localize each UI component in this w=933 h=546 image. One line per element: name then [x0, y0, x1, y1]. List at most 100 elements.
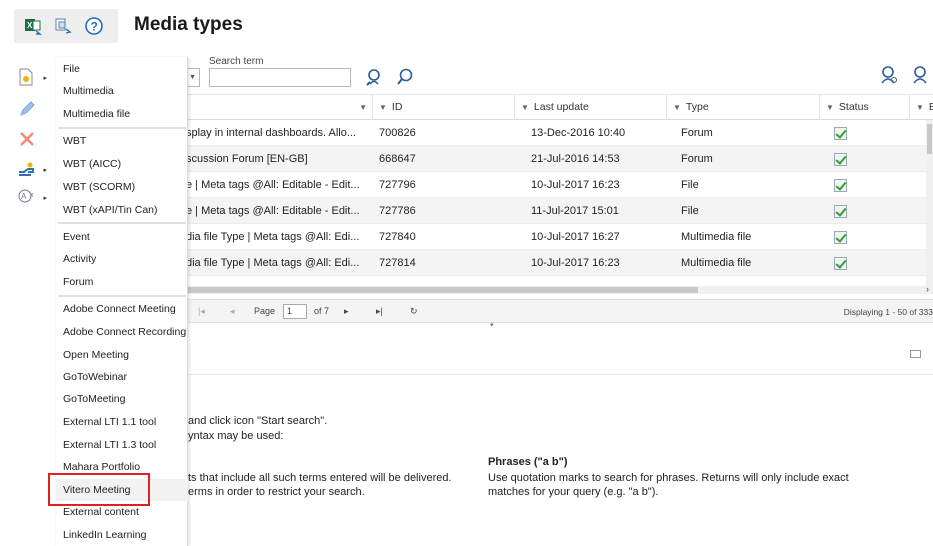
svg-text:A: A	[21, 192, 27, 201]
cell-last-update: 10-Jul-2017 16:27	[531, 231, 620, 243]
status-checkbox[interactable]	[834, 127, 847, 140]
scroll-thumb[interactable]	[186, 287, 698, 293]
chevron-right-icon: ▸	[43, 75, 47, 82]
chevron-right-icon: ▸	[43, 195, 47, 202]
cell-name: scussion Forum [EN-GB]	[186, 153, 308, 165]
paging-toolbar: |◂ ◂ Page 1 of 7 ▸ ▸| ↻ Displaying 1 - 5…	[186, 299, 933, 323]
horizontal-scrollbar[interactable]: ›	[186, 284, 933, 294]
cell-name: dia file Type | Meta tags @All: Edi...	[186, 231, 360, 243]
paging-status: Displaying 1 - 50 of 333	[843, 307, 933, 317]
help-text: ts that include all such terms entered w…	[188, 472, 452, 484]
menu-item-event[interactable]: Event	[56, 226, 188, 248]
status-checkbox[interactable]	[834, 231, 847, 244]
search-button[interactable]	[395, 67, 415, 90]
refresh-icon[interactable]: ↻	[410, 306, 418, 317]
column-header-type[interactable]: ▼ Type	[666, 95, 819, 120]
cell-last-update: 10-Jul-2017 16:23	[531, 257, 620, 269]
cell-id: 727840	[379, 231, 416, 243]
cell-type: File	[681, 179, 699, 191]
new-document-icon	[19, 68, 33, 86]
table-row[interactable]: e | Meta tags @All: Editable - Edit... 7…	[186, 198, 926, 224]
status-checkbox[interactable]	[834, 257, 847, 270]
help-text: erms in order to restrict your search.	[188, 486, 365, 498]
menu-item-wbt-aicc[interactable]: WBT (AICC)	[56, 153, 188, 175]
menu-item-forum[interactable]: Forum	[56, 271, 188, 293]
export-icon[interactable]	[54, 16, 74, 36]
table-row[interactable]: e | Meta tags @All: Editable - Edit... 7…	[186, 172, 926, 198]
column-header-name[interactable]: ▼	[186, 95, 372, 120]
column-header-status[interactable]: ▼ Status	[819, 95, 909, 120]
chevron-right-icon[interactable]: ›	[926, 284, 929, 294]
menu-item-file[interactable]: File	[56, 58, 188, 80]
menu-item-wbt[interactable]: WBT	[56, 130, 188, 152]
cell-type: Forum	[681, 153, 713, 165]
menu-item-external-lti-13[interactable]: External LTI 1.3 tool	[56, 434, 188, 456]
translate-button[interactable]: Ax ▸	[18, 186, 47, 208]
vertical-scrollbar[interactable]	[926, 120, 933, 286]
table-row[interactable]: dia file Type | Meta tags @All: Edi... 7…	[186, 250, 926, 276]
menu-item-activity[interactable]: Activity	[56, 248, 188, 270]
menu-item-gotomeeting[interactable]: GoToMeeting	[56, 388, 188, 410]
assign-button[interactable]: ▸	[18, 158, 47, 180]
next-page-icon[interactable]: ▸	[344, 306, 349, 317]
cell-type: Forum	[681, 127, 713, 139]
menu-item-gotowebinar[interactable]: GoToWebinar	[56, 366, 188, 388]
cell-last-update: 11-Jul-2017 15:01	[531, 205, 619, 217]
status-checkbox[interactable]	[834, 153, 847, 166]
edit-button[interactable]	[18, 98, 46, 120]
menu-item-linkedin-learning[interactable]: LinkedIn Learning	[56, 524, 188, 546]
advanced-search-button[interactable]	[365, 67, 385, 90]
search-label: Search term	[209, 56, 264, 67]
column-header-last-update[interactable]: ▼ Last update	[514, 95, 666, 120]
chevron-down-icon: ▼	[673, 103, 681, 112]
menu-separator	[58, 295, 186, 297]
search-input[interactable]	[209, 68, 351, 87]
menu-item-adobe-connect-meeting[interactable]: Adobe Connect Meeting	[56, 298, 188, 320]
table-row[interactable]: splay in internal dashboards. Allo... 70…	[186, 120, 926, 146]
excel-export-icon[interactable]: X	[24, 16, 44, 36]
last-page-icon[interactable]: ▸|	[376, 306, 383, 317]
status-checkbox[interactable]	[834, 179, 847, 192]
menu-separator	[58, 222, 186, 224]
user-search-button[interactable]	[878, 64, 900, 89]
menu-item-open-meeting[interactable]: Open Meeting	[56, 344, 188, 366]
table-row[interactable]: scussion Forum [EN-GB] 668647 21-Jul-201…	[186, 146, 926, 172]
menu-item-multimedia[interactable]: Multimedia	[56, 80, 188, 102]
menu-item-external-lti-11[interactable]: External LTI 1.1 tool	[56, 411, 188, 433]
delete-button[interactable]	[18, 128, 46, 150]
svg-text:x: x	[30, 192, 34, 199]
help-text: and click icon "Start search".	[188, 415, 328, 427]
menu-item-multimedia-file[interactable]: Multimedia file	[56, 103, 188, 125]
cell-last-update: 10-Jul-2017 16:23	[531, 179, 620, 191]
chevron-down-icon: ▼	[521, 103, 529, 112]
user-filter-button[interactable]	[910, 64, 932, 89]
cell-id: 700826	[379, 127, 416, 139]
splitter-handle-icon[interactable]: ▾	[490, 321, 494, 329]
help-icon[interactable]: ?	[84, 16, 104, 36]
new-button[interactable]: ▸	[18, 66, 47, 88]
menu-item-wbt-xapi[interactable]: WBT (xAPI/Tin Can)	[56, 199, 188, 221]
first-page-icon[interactable]: |◂	[198, 306, 205, 317]
page-title: Media types	[134, 14, 243, 35]
chevron-down-icon: ▼	[826, 103, 834, 112]
filter-dropdown[interactable]: ▼	[186, 68, 200, 87]
page-count: of 7	[314, 306, 330, 316]
cell-last-update: 21-Jul-2016 14:53	[531, 153, 620, 165]
table-row[interactable]: dia file Type | Meta tags @All: Edi... 7…	[186, 224, 926, 250]
menu-item-wbt-scorm[interactable]: WBT (SCORM)	[56, 176, 188, 198]
column-header-id[interactable]: ▼ ID	[372, 95, 514, 120]
translate-icon: Ax	[18, 189, 34, 203]
scroll-thumb[interactable]	[927, 124, 932, 154]
chevron-down-icon: ▼	[916, 103, 924, 112]
help-text: Use quotation marks to search for phrase…	[488, 472, 849, 484]
panel-toggle-icon[interactable]	[910, 350, 921, 358]
cell-name: splay in internal dashboards. Allo...	[186, 127, 356, 139]
cell-name: e | Meta tags @All: Editable - Edit...	[186, 205, 360, 217]
page-input[interactable]: 1	[283, 304, 307, 319]
status-checkbox[interactable]	[834, 205, 847, 218]
pencil-icon	[20, 101, 35, 116]
prev-page-icon[interactable]: ◂	[230, 306, 235, 317]
page-label: Page	[254, 306, 276, 316]
column-header-extra[interactable]: ▼Ex	[909, 95, 933, 120]
menu-item-adobe-connect-recording[interactable]: Adobe Connect Recording	[56, 321, 188, 343]
